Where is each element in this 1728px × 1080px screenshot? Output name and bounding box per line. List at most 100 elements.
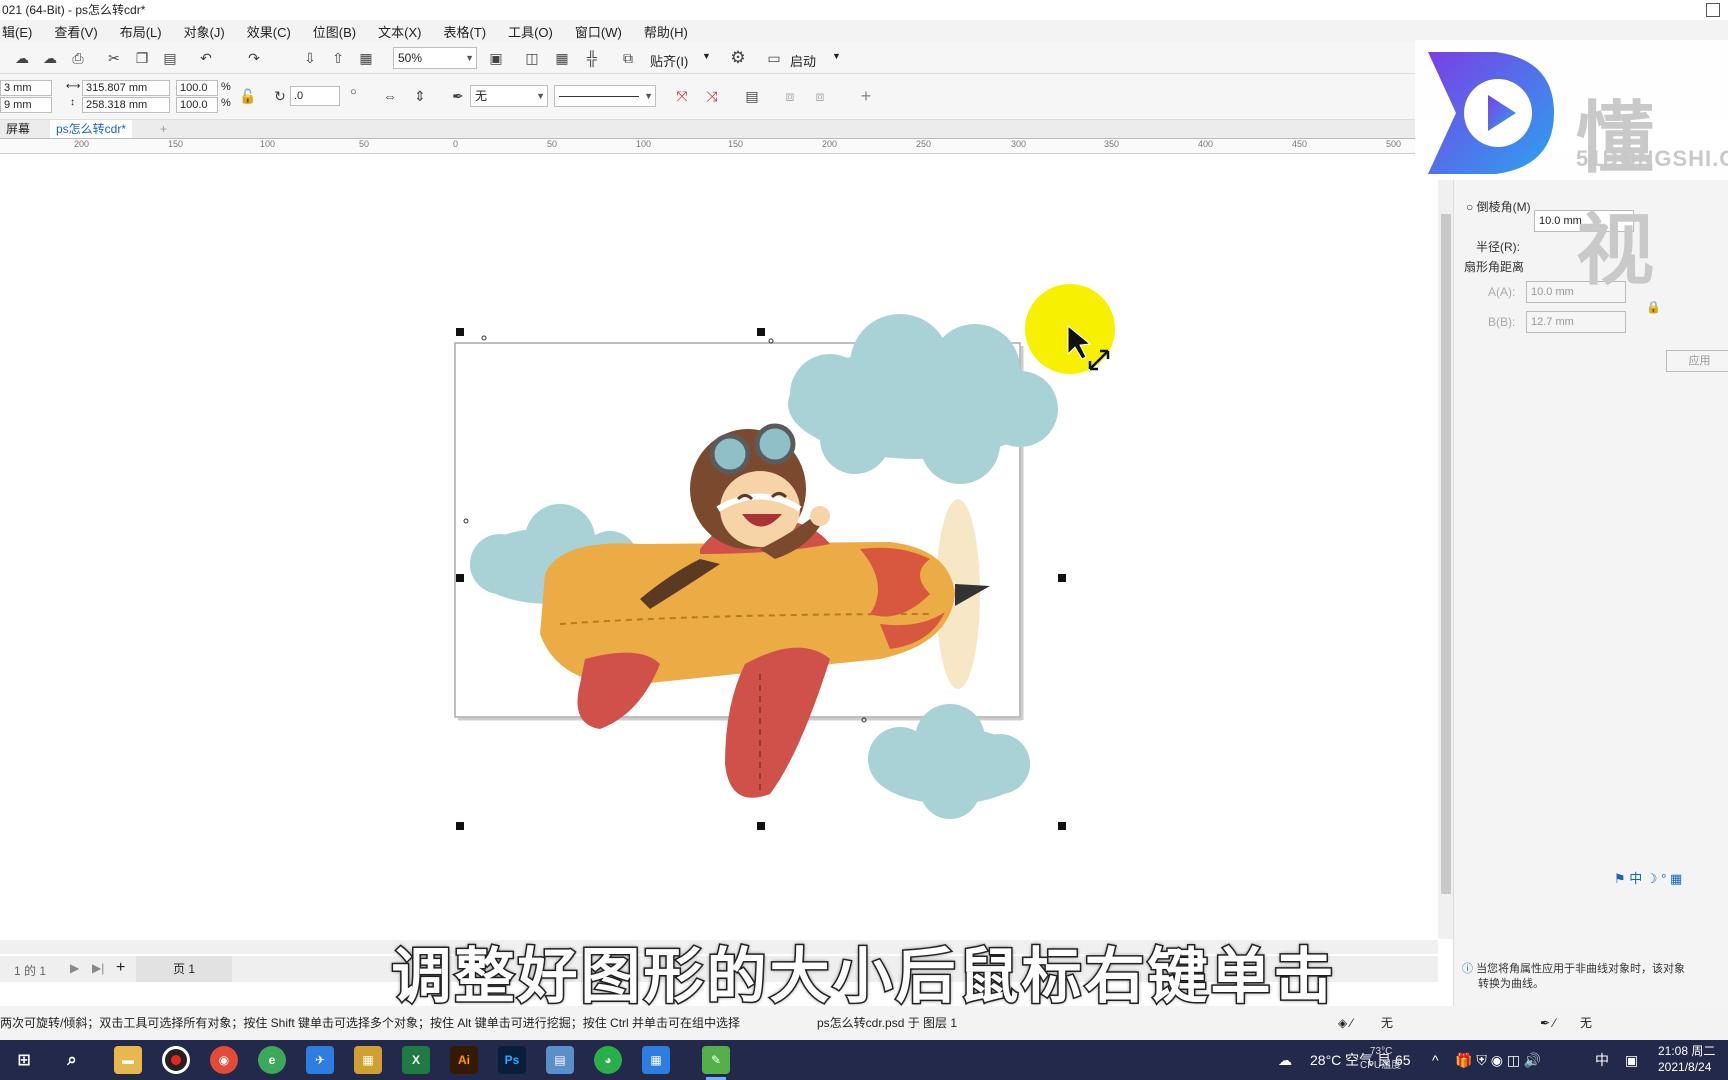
chrome-icon[interactable]: ◉ xyxy=(210,1046,238,1074)
menu-bitmap[interactable]: 位图(B) xyxy=(313,22,356,41)
menu-window[interactable]: 窗口(W) xyxy=(575,22,622,41)
scale-x-field[interactable]: 100.0 xyxy=(176,80,218,96)
export-icon[interactable]: ⇧ xyxy=(328,48,348,68)
width-field[interactable]: 315.807 mm xyxy=(82,80,170,96)
menu-object[interactable]: 对象(J) xyxy=(184,22,225,41)
tray-apps-icon[interactable]: 🎁 ⛨ ◉ ◫ 🔊 xyxy=(1455,1040,1541,1080)
cloud-download-icon[interactable]: ☁ xyxy=(40,48,60,68)
menu-view[interactable]: 查看(V) xyxy=(54,22,97,41)
cloud-upload-icon[interactable]: ☁ xyxy=(12,48,32,68)
lock-ratio-icon[interactable]: 🔓 xyxy=(238,86,258,106)
position-y-field[interactable]: 9 mm xyxy=(0,97,52,113)
clock-date[interactable]: 2021/8/24 xyxy=(1658,1060,1711,1074)
launch-dropdown[interactable]: 启动 xyxy=(790,51,816,70)
tab-welcome[interactable]: 屏幕 xyxy=(0,120,36,138)
chevron-down-icon[interactable]: ▼ xyxy=(702,51,711,61)
line-style-select[interactable]: ▼ xyxy=(554,85,656,107)
illustrator-icon[interactable]: Ai xyxy=(450,1046,478,1074)
window-title: 021 (64-Bit) - ps怎么转cdr* xyxy=(2,3,146,17)
rotate-icon[interactable]: ↻ xyxy=(270,86,290,106)
position-x-field[interactable]: 3 mm xyxy=(0,80,52,96)
to-back-icon[interactable]: ⧈ xyxy=(810,86,830,106)
scrollbar-thumb[interactable] xyxy=(1441,214,1451,894)
start-arrow-icon[interactable]: ⤧ xyxy=(672,86,692,106)
grid-icon[interactable]: ▦ xyxy=(552,48,572,68)
app-grid-icon[interactable]: ▦ xyxy=(642,1046,670,1074)
menu-layout[interactable]: 布局(L) xyxy=(120,22,162,41)
wrap-text-icon[interactable]: ▤ xyxy=(742,86,762,106)
tray-arrow-icon[interactable]: ^ xyxy=(1432,1040,1439,1080)
undo-icon[interactable]: ↶ xyxy=(196,48,216,68)
pen-icon[interactable]: ✒ xyxy=(448,86,468,106)
import-icon[interactable]: ⇩ xyxy=(300,48,320,68)
coreldraw-icon[interactable]: ✎ xyxy=(702,1046,730,1080)
b-field[interactable]: 12.7 mm xyxy=(1526,311,1626,333)
to-front-icon[interactable]: ⧈ xyxy=(780,86,800,106)
mirror-horizontal-icon[interactable]: ⇔ xyxy=(380,86,400,106)
guidelines-icon[interactable]: ╬ xyxy=(582,48,602,68)
windows-taskbar: ⊞ ⌕ ▬ ◉ e ✈ ▦ X Ai Ps ▤ ◕ ▦ ✎ ☁ 28°C 空气 … xyxy=(0,1040,1728,1080)
height-field[interactable]: 258.318 mm xyxy=(82,97,170,113)
ime-indicator[interactable]: 中 xyxy=(1595,1040,1609,1080)
outline-width-select[interactable]: 无 ▼ xyxy=(470,85,548,107)
menu-help[interactable]: 帮助(H) xyxy=(644,22,688,41)
vertical-scrollbar[interactable] xyxy=(1438,154,1453,939)
file-explorer-icon[interactable]: ▬ xyxy=(114,1046,142,1074)
excel-icon[interactable]: X xyxy=(402,1046,430,1074)
chamfer-option[interactable]: ○ 倒棱角(M) xyxy=(1466,198,1531,215)
tab-document[interactable]: ps怎么转cdr* xyxy=(50,120,133,138)
archive-icon[interactable]: ▦ xyxy=(354,1046,382,1074)
wechat-icon[interactable]: ◕ xyxy=(594,1046,622,1074)
add-icon[interactable]: + xyxy=(856,86,876,106)
weather-icon[interactable]: ☁ xyxy=(1278,1040,1292,1080)
mirror-vertical-icon[interactable]: ⇕ xyxy=(410,86,430,106)
window-control-icon[interactable] xyxy=(1706,3,1720,17)
menu-bar: 辑(E) 查看(V) 布局(L) 对象(J) 效果(C) 位图(B) 文本(X)… xyxy=(0,20,1728,42)
menu-effects[interactable]: 效果(C) xyxy=(247,22,291,41)
apply-button[interactable]: 应用 xyxy=(1666,350,1728,372)
snap-to-dropdown[interactable]: 贴齐(I) xyxy=(650,51,688,70)
copy-icon[interactable]: ❐ xyxy=(132,48,152,68)
ruler-tick: 500 xyxy=(1386,139,1402,149)
clock-time[interactable]: 21:08 周二 xyxy=(1658,1042,1715,1059)
chevron-down-icon[interactable]: ▼ xyxy=(832,51,841,61)
chevron-down-icon: ▼ xyxy=(536,91,545,101)
export-pdf-icon[interactable]: ▦ xyxy=(356,48,376,68)
feather-icon[interactable]: ✈ xyxy=(306,1046,334,1074)
zoom-select[interactable]: 50% ▼ xyxy=(393,47,477,69)
end-arrow-icon[interactable]: ⤨ xyxy=(702,86,722,106)
snap-icon[interactable]: ⧉ xyxy=(618,48,638,68)
record-icon[interactable] xyxy=(162,1046,190,1074)
menu-table[interactable]: 表格(T) xyxy=(443,22,486,41)
chevron-down-icon: ▼ xyxy=(465,53,474,63)
launch-icon[interactable]: ▭ xyxy=(764,48,784,68)
task-view-icon[interactable]: ⊞ xyxy=(10,1046,38,1074)
canvas-artwork xyxy=(454,284,1115,830)
redo-icon[interactable]: ↷ xyxy=(244,48,264,68)
outline-pen-icon[interactable]: ✒ ⁄ xyxy=(1540,1006,1555,1040)
chamfer-label: 倒棱角(M) xyxy=(1476,200,1531,214)
menu-tools[interactable]: 工具(O) xyxy=(508,22,553,41)
lock-icon[interactable]: 🔒 xyxy=(1646,300,1661,314)
browser-icon[interactable]: e xyxy=(258,1046,286,1074)
ime-app-icon[interactable]: ▣ xyxy=(1625,1040,1638,1080)
search-icon[interactable]: ⌕ xyxy=(58,1046,86,1074)
drawing-canvas[interactable] xyxy=(0,154,1438,940)
menu-edit[interactable]: 辑(E) xyxy=(2,22,32,41)
cut-icon[interactable]: ✂ xyxy=(104,48,124,68)
print-icon[interactable]: ⎙ xyxy=(68,48,88,68)
add-tab-icon[interactable]: + xyxy=(154,120,173,138)
full-screen-icon[interactable]: ▣ xyxy=(486,48,506,68)
rotation-field[interactable]: .0 xyxy=(290,86,340,106)
paste-icon[interactable]: ▤ xyxy=(160,48,180,68)
rulers-icon[interactable]: ◫ xyxy=(522,48,542,68)
notes-icon[interactable]: ▤ xyxy=(546,1046,574,1074)
fill-icon[interactable]: ◈ ⁄ xyxy=(1338,1006,1353,1040)
menu-text[interactable]: 文本(X) xyxy=(378,22,421,41)
video-subtitle: 调整好图形的大小后鼠标右键单击 xyxy=(390,941,1337,1014)
photoshop-icon[interactable]: Ps xyxy=(498,1046,526,1074)
b-label: B(B): xyxy=(1488,315,1516,329)
ime-toolbar[interactable]: ⚑ 中 ☽ ° ▦ xyxy=(1614,868,1682,887)
gear-icon[interactable]: ⚙ xyxy=(728,48,748,68)
scale-y-field[interactable]: 100.0 xyxy=(176,97,218,113)
